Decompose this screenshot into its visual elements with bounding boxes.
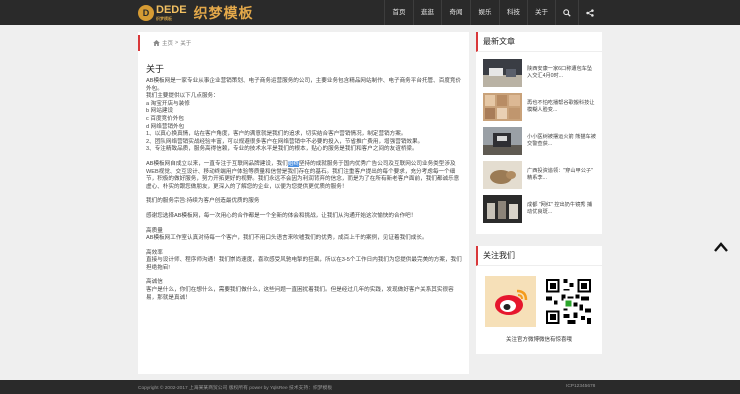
back-to-top-button[interactable] [714, 242, 728, 252]
main-content: 主页 > 关于 关于 AB模板网是一家专业从事企业营销策划、电子商务运营服务的公… [138, 32, 469, 374]
list-item[interactable]: 陕西安康一家6口称遭包车坠入交汇4月0时... [483, 56, 596, 90]
nav-item-tech[interactable]: 科技 [499, 0, 527, 25]
news-list: 陕西安康一家6口称遭包车坠入交汇4月0时... 再也不怕吃播帮谷歌搬科技让模糊人… [476, 52, 602, 226]
breadcrumb-separator: > [175, 40, 179, 46]
service-motto: 我们的服务宗旨:持续为客户创造最优质的服务 [146, 198, 260, 205]
service-item: b 网站建设 [146, 108, 174, 115]
section-body-quality: AB模板网工作室认真对待每一个客户，我们不用口头语言来吹嘘我们的优秀，成百上千的… [146, 235, 428, 242]
company-text-a: AB模板网自成立以来，一直专注于互联网品牌建设，我们 [146, 160, 288, 167]
list-item[interactable]: 小小医树被摆运火箭 熊猫车被交警查获... [483, 124, 596, 158]
numbered-point: 1、以真心换真情，站在客户角度，客户的满意就是我们的追求，切实结合客户营销情况，… [146, 131, 407, 138]
list-item[interactable]: 广西投资追领："穿山甲公子" 精系李... [483, 158, 596, 192]
follow-us-title: 关注我们 [476, 246, 602, 266]
footer-copyright: Copyright © 2002-2017 上海某某商贸公司 版权所有 powe… [138, 386, 333, 391]
latest-articles-title: 最新文章 [476, 32, 602, 52]
article-body: 关于 AB模板网是一家专业从事企业营销策划、电子商务运营服务的公司，主要业务包含… [146, 56, 464, 302]
wechat-qr-code[interactable] [544, 276, 593, 327]
section-body-efficiency: 直接与设计师、程序师沟通！我们崇尚速度，喜欢感受风驰电掣的狂飙，所以在3-5个工… [146, 257, 462, 271]
footer: Copyright © 2002-2017 上海某某商贸公司 版权所有 powe… [0, 380, 740, 394]
nav-item-home[interactable]: 首页 [384, 0, 413, 25]
logo-subtitle: 织梦模板 [156, 16, 172, 21]
site-logo[interactable]: D DEDE 织梦模板 织梦模板 [138, 4, 254, 22]
list-item[interactable]: 再也不怕吃播帮谷歌搬科技让模糊人脸变... [483, 90, 596, 124]
numbered-point: 3、专注精致品质，服务高得信赖，专业的技术水平是我们的根本，贴心的服务是我们和客… [146, 146, 418, 153]
footer-icp[interactable]: ICP12345678 [566, 384, 595, 389]
selected-text: 始终 [287, 160, 299, 167]
logo-en-text: DEDE [156, 4, 187, 16]
breadcrumb: 主页 > 关于 [138, 35, 469, 51]
section-heading-integrity: 高诚信 [146, 279, 163, 286]
news-title[interactable]: 再也不怕吃播帮谷歌搬科技让模糊人脸变... [527, 100, 596, 114]
logo-cn-text: 织梦模板 [193, 5, 254, 21]
news-thumbnail [483, 127, 522, 155]
services-heading: 我们主要提供以下几点服务： [146, 93, 219, 100]
weibo-icon[interactable] [485, 276, 536, 327]
latest-articles-widget: 最新文章 陕西安康一家6口称遭包车坠入交汇4月0时... 再也不怕吃播帮谷歌搬科… [476, 32, 602, 234]
news-thumbnail [483, 161, 522, 189]
main-nav: 首页 逛逛 奇闻 娱乐 科技 关于 [384, 0, 600, 25]
service-item: c 百度竞价外包 [146, 115, 184, 122]
list-item[interactable]: 成都 "网红" 控出奶牛镜秀 捕动优良斑... [483, 192, 596, 226]
weibo-logo [494, 289, 527, 315]
share-icon [585, 8, 594, 17]
news-title[interactable]: 陕西安康一家6口称遭包车坠入交汇4月0时... [527, 66, 596, 80]
home-icon [153, 40, 160, 46]
news-thumbnail [483, 195, 522, 223]
news-thumbnail [483, 59, 522, 87]
page-title: 关于 [146, 64, 165, 74]
logo-wordmark: DEDE 织梦模板 [156, 5, 187, 21]
news-title[interactable]: 成都 "网红" 控出奶牛镜秀 捕动优良斑... [527, 202, 596, 216]
follow-caption: 关注官方微博微信有惊喜哦 [505, 337, 572, 343]
nav-item-entertainment[interactable]: 娱乐 [470, 0, 499, 25]
breadcrumb-home[interactable]: 主页 [162, 39, 173, 47]
logo-mark: D [138, 5, 154, 21]
share-button[interactable] [578, 0, 600, 25]
intro-paragraph: AB模板网是一家专业从事企业营销策划、电子商务运营服务的公司，主要业务包含精品网… [146, 78, 462, 92]
service-item: a 淘宝开店与装修 [146, 100, 190, 107]
news-thumbnail [483, 93, 522, 121]
thanks-paragraph: 感谢您选择AB模板网，每一次用心的合作都是一个全新的体会和挑战，让我们从沟通开始… [146, 212, 417, 219]
nav-item-oddities[interactable]: 奇闻 [441, 0, 470, 25]
news-title[interactable]: 广西投资追领："穿山甲公子" 精系李... [527, 168, 596, 182]
breadcrumb-current[interactable]: 关于 [180, 39, 191, 47]
news-title[interactable]: 小小医树被摆运火箭 熊猫车被交警查获... [527, 134, 596, 148]
chevron-up-icon [714, 242, 728, 252]
top-navbar: D DEDE 织梦模板 织梦模板 首页 逛逛 奇闻 娱乐 科技 关于 [0, 0, 740, 25]
nav-item-about[interactable]: 关于 [527, 0, 555, 25]
follow-us-widget: 关注我们 关注官方微博微信有惊喜哦 [476, 246, 602, 354]
company-paragraph: AB模板网自成立以来，一直专注于互联网品牌建设，我们始终坚持的成就服务于国内优秀… [146, 160, 464, 191]
section-heading-quality: 高质量 [146, 227, 163, 234]
search-button[interactable] [555, 0, 578, 25]
nav-item-browse[interactable]: 逛逛 [413, 0, 441, 25]
section-body-integrity: 客户是什么，你们在想什么，需要我们做什么，这些问题一直困扰着我们。但是经过几年的… [146, 287, 454, 301]
search-icon [563, 8, 571, 17]
